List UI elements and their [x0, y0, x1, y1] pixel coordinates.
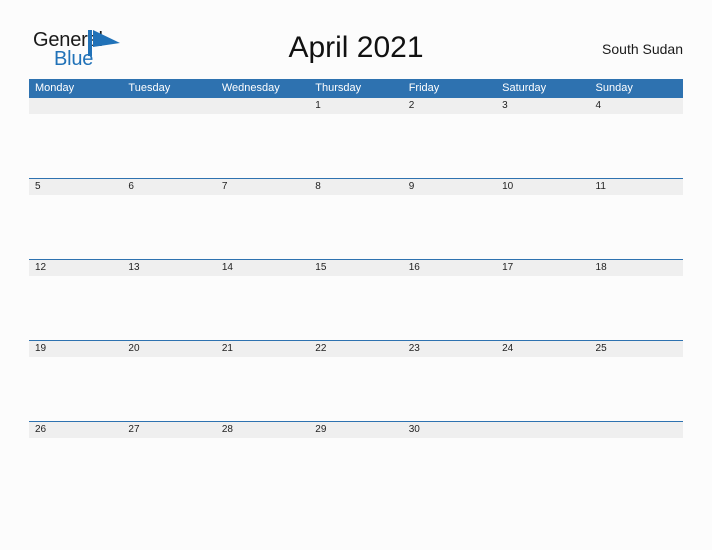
- day-cell[interactable]: 28: [216, 422, 309, 438]
- day-cell[interactable]: 15: [309, 260, 402, 276]
- day-cell[interactable]: 12: [29, 260, 122, 276]
- day-cell[interactable]: 25: [590, 341, 683, 357]
- day-cell[interactable]: 9: [403, 179, 496, 195]
- day-cell[interactable]: 21: [216, 341, 309, 357]
- week-note-area[interactable]: [29, 114, 683, 179]
- day-cell[interactable]: 26: [29, 422, 122, 438]
- weekday-friday: Friday: [408, 82, 440, 94]
- weekday-saturday: Saturday: [502, 82, 547, 94]
- day-cell[interactable]: 4: [590, 98, 683, 114]
- week-date-band: 5 6 7 8 9 10 11: [29, 178, 683, 195]
- day-cell[interactable]: 3: [496, 98, 589, 114]
- day-cell[interactable]: 17: [496, 260, 589, 276]
- week-note-area[interactable]: [29, 357, 683, 422]
- day-cell[interactable]: [29, 98, 122, 114]
- week-date-band: 19 20 21 22 23 24 25: [29, 340, 683, 357]
- day-cell[interactable]: 13: [122, 260, 215, 276]
- day-cell[interactable]: 20: [122, 341, 215, 357]
- week-row: 26 27 28 29 30: [29, 421, 683, 502]
- day-cell[interactable]: [496, 422, 589, 438]
- day-cell[interactable]: 27: [122, 422, 215, 438]
- week-row: 12 13 14 15 16 17 18: [29, 259, 683, 340]
- weekday-monday: Monday: [35, 82, 75, 94]
- day-cell[interactable]: 7: [216, 179, 309, 195]
- calendar-page: General Blue April 2021 South Sudan Mond…: [0, 0, 712, 550]
- weekday-wednesday: Wednesday: [221, 82, 280, 94]
- day-cell[interactable]: 1: [309, 98, 402, 114]
- day-cell[interactable]: 10: [496, 179, 589, 195]
- week-date-band: 1 2 3 4: [29, 97, 683, 114]
- day-cell[interactable]: [216, 98, 309, 114]
- day-cell[interactable]: 18: [590, 260, 683, 276]
- week-note-area[interactable]: [29, 276, 683, 341]
- day-cell[interactable]: 14: [216, 260, 309, 276]
- week-date-band: 12 13 14 15 16 17 18: [29, 259, 683, 276]
- calendar-grid: Monday Tuesday Wednesday Thursday Friday…: [29, 79, 683, 502]
- day-cell[interactable]: 2: [403, 98, 496, 114]
- day-cell[interactable]: 8: [309, 179, 402, 195]
- week-note-area[interactable]: [29, 195, 683, 260]
- weekday-thursday: Thursday: [315, 82, 362, 94]
- week-row: 5 6 7 8 9 10 11: [29, 178, 683, 259]
- page-header: General Blue April 2021 South Sudan: [0, 0, 712, 79]
- day-cell[interactable]: [122, 98, 215, 114]
- day-cell[interactable]: [590, 422, 683, 438]
- day-cell[interactable]: 22: [309, 341, 402, 357]
- week-row: 1 2 3 4: [29, 97, 683, 178]
- day-cell[interactable]: 11: [590, 179, 683, 195]
- day-cell[interactable]: 24: [496, 341, 589, 357]
- country-label: South Sudan: [602, 41, 683, 57]
- day-cell[interactable]: 6: [122, 179, 215, 195]
- day-cell[interactable]: 19: [29, 341, 122, 357]
- week-note-area[interactable]: [29, 438, 683, 503]
- week-date-band: 26 27 28 29 30: [29, 421, 683, 438]
- week-row: 19 20 21 22 23 24 25: [29, 340, 683, 421]
- day-cell[interactable]: 16: [403, 260, 496, 276]
- weekday-tuesday: Tuesday: [128, 82, 171, 94]
- day-cell[interactable]: 30: [403, 422, 496, 438]
- weekday-header-row: Monday Tuesday Wednesday Thursday Friday…: [29, 79, 683, 97]
- day-cell[interactable]: 23: [403, 341, 496, 357]
- day-cell[interactable]: 5: [29, 179, 122, 195]
- weekday-sunday: Sunday: [595, 82, 633, 94]
- day-cell[interactable]: 29: [309, 422, 402, 438]
